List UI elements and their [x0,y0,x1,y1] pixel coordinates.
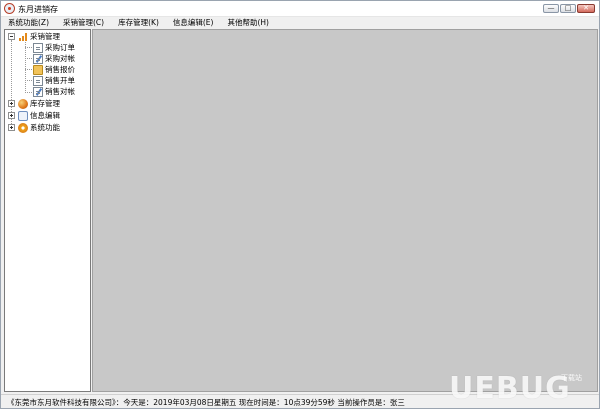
tree-line [25,42,26,93]
maximize-button[interactable]: □ [560,4,576,13]
window-controls: — □ ✕ [543,4,595,13]
tree-item-label: 销售报价 [45,65,75,74]
tree-node-label: 信息编辑 [30,111,60,120]
minimize-button[interactable]: — [543,4,559,13]
tree-item-purchase-reconcile[interactable]: 采购对帐 [33,53,75,64]
navigation-tree: 采销管理 采购订单 采购对帐 销售报价 销售开单 销售对帐 库存管理 信息编辑 … [4,29,91,392]
collapse-toggle[interactable] [8,33,15,40]
tree-line [25,58,32,59]
menu-system[interactable]: 系统功能(Z) [1,17,56,29]
tree-item-label: 销售开单 [45,76,75,85]
menu-purchase-sales[interactable]: 采销管理(C) [56,17,111,29]
close-icon: ✕ [583,4,589,12]
stock-ball-icon [18,98,28,109]
expand-toggle[interactable] [8,112,15,119]
tree-node-label: 采销管理 [30,32,60,41]
tree-item-purchase-order[interactable]: 采购订单 [33,42,75,53]
tree-item-label: 销售对帐 [45,87,75,96]
maximize-icon: □ [564,4,572,12]
menu-info-edit[interactable]: 信息编辑(E) [166,17,221,29]
mdi-workspace[interactable] [92,29,598,392]
expand-toggle[interactable] [8,100,15,107]
status-text: 《东莞市东月软件科技有限公司》：今天是：2019年03月08日星期五 现在时间是… [7,398,405,407]
menu-help[interactable]: 其他帮助(H) [220,17,276,29]
gear-icon [18,122,28,133]
tree-item-sales-reconcile[interactable]: 销售对帐 [33,86,75,97]
tree-line [25,47,32,48]
bar-chart-icon [18,32,28,42]
tree-line [25,92,32,93]
expand-toggle[interactable] [8,124,15,131]
edit-document-icon [33,53,43,64]
menu-bar: 系统功能(Z) 采销管理(C) 库存管理(K) 信息编辑(E) 其他帮助(H) [1,17,599,29]
tree-item-sales-invoice[interactable]: 销售开单 [33,75,75,86]
tree-node-inventory[interactable]: 库存管理 [8,98,60,109]
price-tag-icon [33,64,43,75]
tree-item-label: 采购订单 [45,43,75,52]
edit-document-icon [33,86,43,97]
menu-inventory[interactable]: 库存管理(K) [111,17,166,29]
close-button[interactable]: ✕ [577,4,595,13]
status-bar: 《东莞市东月软件科技有限公司》：今天是：2019年03月08日星期五 现在时间是… [1,394,599,408]
tree-line [25,69,32,70]
tree-node-info-edit[interactable]: 信息编辑 [8,110,60,121]
document-icon [33,75,43,86]
window-title: 东月进销存 [18,5,58,14]
tree-node-label: 库存管理 [30,99,60,108]
title-bar: 东月进销存 — □ ✕ [1,1,599,17]
tree-item-sales-quote[interactable]: 销售报价 [33,64,75,75]
tree-node-label: 系统功能 [30,123,60,132]
app-logo-icon[interactable] [4,3,15,14]
tree-node-system[interactable]: 系统功能 [8,122,60,133]
tree-item-label: 采购对帐 [45,54,75,63]
tree-node-purchase-sales[interactable]: 采销管理 [8,31,60,42]
message-icon [18,110,28,121]
app-window: 东月进销存 — □ ✕ 系统功能(Z) 采销管理(C) 库存管理(K) 信息编辑… [0,0,600,409]
document-icon [33,42,43,53]
tree-line [25,80,32,81]
minimize-icon: — [547,4,555,12]
